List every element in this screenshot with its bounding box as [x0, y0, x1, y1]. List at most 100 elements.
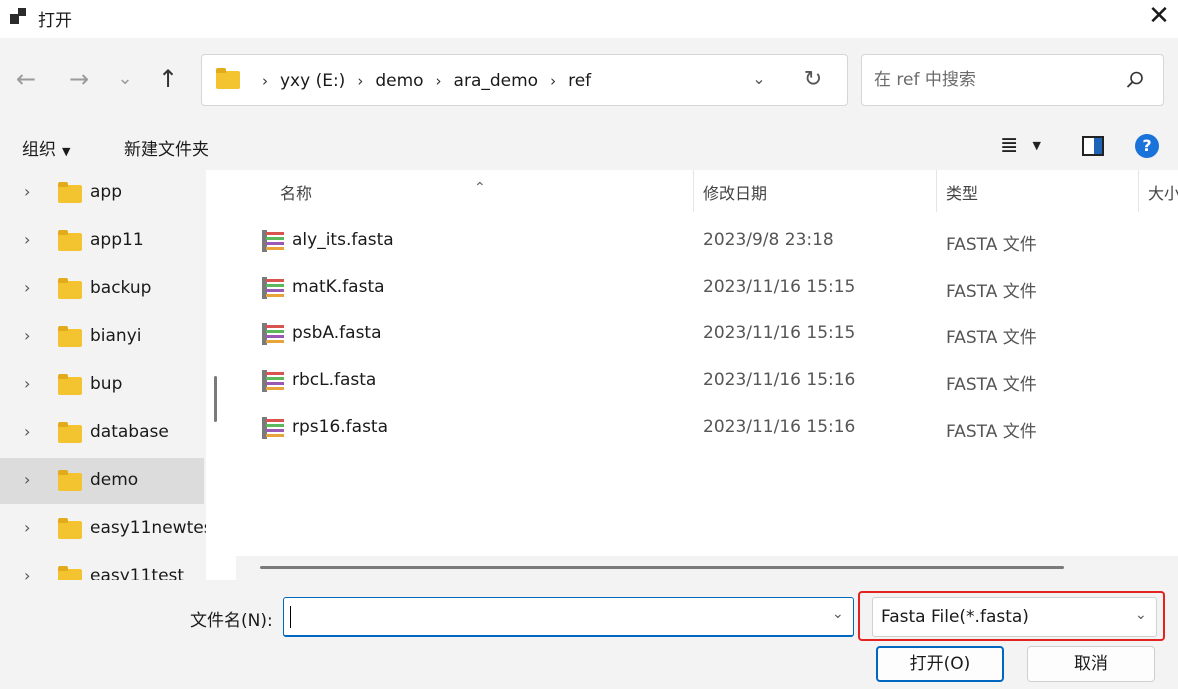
sidebar-item-database[interactable]: › database	[0, 410, 204, 456]
file-row[interactable]: matK.fasta 2023/11/16 15:15 FASTA 文件	[232, 265, 1178, 311]
file-row[interactable]: rps16.fasta 2023/11/16 15:16 FASTA 文件	[232, 405, 1178, 451]
forward-button[interactable]: →	[64, 64, 94, 94]
refresh-button[interactable]: ↻	[800, 67, 826, 93]
chevron-right-icon[interactable]: ›	[24, 182, 30, 201]
sort-ascending-icon: ⌃	[474, 180, 486, 196]
file-name: matK.fasta	[292, 277, 385, 297]
chevron-right-icon[interactable]: ›	[24, 326, 30, 345]
sidebar-item-easy11newtest[interactable]: › easy11newtest	[0, 506, 206, 552]
back-button[interactable]: ←	[11, 64, 41, 94]
column-header-type[interactable]: 类型	[946, 180, 978, 204]
file-name: rbcL.fasta	[292, 370, 377, 390]
command-bar: 组织 ▼ 新建文件夹 ≣ ▼ ?	[0, 124, 1178, 170]
chevron-right-icon[interactable]: ›	[24, 374, 30, 393]
breadcrumb-item-demo[interactable]: demo	[375, 71, 423, 91]
close-button[interactable]: ✕	[1140, 0, 1178, 34]
sidebar-item-easy11test[interactable]: › easy11test	[0, 554, 204, 580]
sidebar-item-label: database	[90, 422, 169, 442]
file-type: FASTA 文件	[946, 422, 1037, 442]
search-icon[interactable]	[1124, 69, 1146, 91]
file-list-horizontal-scrollbar[interactable]	[236, 556, 1178, 580]
file-type: FASTA 文件	[946, 375, 1037, 395]
chevron-down-icon[interactable]: ⌄	[1135, 607, 1147, 623]
file-type-filter-select[interactable]: Fasta File(*.fasta) ⌄	[872, 597, 1157, 637]
sidebar-item-bup[interactable]: › bup	[0, 362, 204, 408]
folder-icon	[58, 566, 82, 580]
sidebar-item-backup[interactable]: › backup	[0, 266, 204, 312]
file-row[interactable]: psbA.fasta 2023/11/16 15:15 FASTA 文件	[232, 311, 1178, 357]
fasta-file-icon	[262, 370, 286, 392]
breadcrumb-item-ref[interactable]: ref	[568, 71, 591, 91]
address-bar[interactable]: › yxy (E:) › demo › ara_demo › ref ⌄ ↻	[201, 54, 848, 106]
sidebar-item-label: app11	[90, 230, 144, 250]
sidebar-item-label: backup	[90, 278, 152, 298]
chevron-right-icon[interactable]: ›	[24, 566, 30, 580]
breadcrumb: › yxy (E:) › demo › ara_demo › ref	[250, 69, 591, 93]
search-input[interactable]	[874, 67, 1114, 93]
chevron-right-icon[interactable]: ›	[436, 72, 442, 90]
view-options-button[interactable]: ≣ ▼	[1000, 134, 1041, 158]
column-header-name[interactable]: 名称	[280, 180, 312, 204]
chevron-right-icon[interactable]: ›	[24, 278, 30, 297]
fasta-file-icon	[262, 323, 286, 345]
file-list: ⌃ 名称 修改日期 类型 大小 aly_its.fasta 2023/9/8 2…	[232, 170, 1178, 580]
window-title: 打开	[38, 11, 72, 31]
sidebar-item-label: easy11newtest	[90, 518, 206, 538]
recent-locations-button[interactable]: ⌄	[110, 64, 140, 94]
column-header-size[interactable]: 大小	[1148, 180, 1178, 204]
folder-icon	[216, 68, 240, 89]
breadcrumb-item-ara-demo[interactable]: ara_demo	[454, 71, 539, 91]
sidebar-item-app[interactable]: › app	[0, 170, 204, 216]
file-date: 2023/9/8 23:18	[703, 230, 834, 250]
chevron-right-icon[interactable]: ›	[550, 72, 556, 90]
help-icon[interactable]: ?	[1135, 134, 1159, 158]
file-date: 2023/11/16 15:15	[703, 277, 856, 297]
navigation-pane: › app › app11 › backup › bianyi › bup › …	[0, 170, 206, 580]
sidebar-item-label: app	[90, 182, 122, 202]
preview-pane-icon[interactable]	[1082, 136, 1104, 156]
new-folder-button[interactable]: 新建文件夹	[124, 135, 209, 160]
chevron-right-icon[interactable]: ›	[24, 518, 30, 537]
filename-label: 文件名(N):	[190, 611, 273, 631]
column-divider[interactable]	[1138, 170, 1139, 212]
file-type: FASTA 文件	[946, 282, 1037, 302]
column-divider[interactable]	[693, 170, 694, 212]
folder-icon	[58, 182, 82, 203]
chevron-right-icon[interactable]: ›	[24, 470, 30, 489]
sidebar-scrollbar[interactable]	[214, 376, 217, 422]
fasta-file-icon	[262, 417, 286, 439]
search-box[interactable]	[861, 54, 1164, 106]
file-type: FASTA 文件	[946, 235, 1037, 255]
chevron-right-icon[interactable]: ›	[357, 72, 363, 90]
fasta-file-icon	[262, 277, 286, 299]
breadcrumb-item-drive[interactable]: yxy (E:)	[280, 71, 345, 91]
cancel-button[interactable]: 取消	[1027, 646, 1155, 682]
chevron-down-icon[interactable]: ⌄	[832, 606, 844, 622]
file-name: aly_its.fasta	[292, 230, 394, 250]
filename-input[interactable]	[290, 604, 810, 630]
open-button[interactable]: 打开(O)	[876, 646, 1004, 682]
file-row[interactable]: aly_its.fasta 2023/9/8 23:18 FASTA 文件	[232, 218, 1178, 264]
filename-combobox[interactable]: ⌄	[283, 597, 854, 637]
column-divider[interactable]	[936, 170, 937, 212]
file-dialog-footer: 文件名(N): ⌄ Fasta File(*.fasta) ⌄ 打开(O) 取消	[0, 580, 1178, 689]
file-row[interactable]: rbcL.fasta 2023/11/16 15:16 FASTA 文件	[232, 358, 1178, 404]
address-history-dropdown[interactable]: ⌄	[747, 67, 771, 91]
sidebar-item-app11[interactable]: › app11	[0, 218, 204, 264]
column-header-date[interactable]: 修改日期	[703, 180, 767, 204]
folder-icon	[58, 422, 82, 443]
folder-icon	[58, 326, 82, 347]
scrollbar-thumb[interactable]	[260, 566, 1064, 569]
organize-menu[interactable]: 组织 ▼	[22, 135, 70, 160]
sidebar-item-demo[interactable]: › demo	[0, 458, 204, 504]
sidebar-item-label: demo	[90, 470, 139, 490]
up-button[interactable]: ↑	[153, 64, 183, 94]
caret-down-icon: ▼	[1032, 139, 1041, 152]
chevron-right-icon[interactable]: ›	[24, 422, 30, 441]
sidebar-item-label: bup	[90, 374, 123, 394]
sidebar-item-bianyi[interactable]: › bianyi	[0, 314, 204, 360]
file-type: FASTA 文件	[946, 328, 1037, 348]
file-date: 2023/11/16 15:15	[703, 323, 856, 343]
chevron-right-icon[interactable]: ›	[24, 230, 30, 249]
file-type-filter-value: Fasta File(*.fasta)	[881, 607, 1029, 627]
